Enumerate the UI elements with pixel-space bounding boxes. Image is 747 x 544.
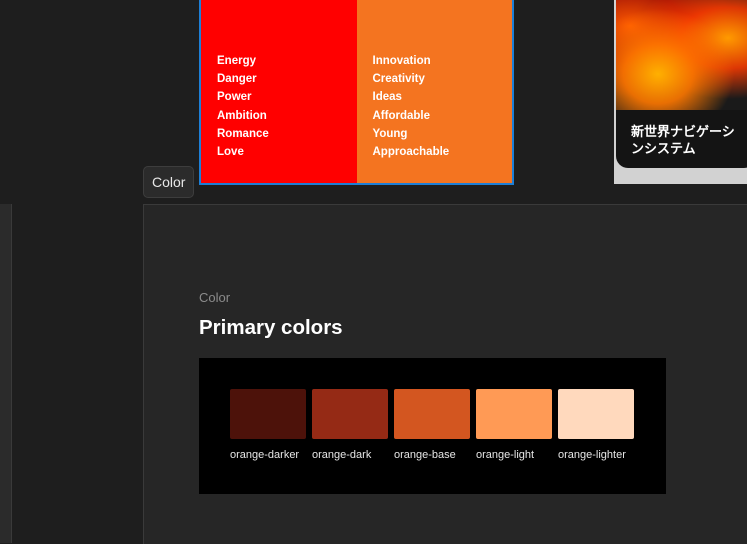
swatch-orange-base[interactable]: orange-base bbox=[394, 389, 470, 461]
swatch-orange-dark[interactable]: orange-dark bbox=[312, 389, 388, 461]
orange-word: Young bbox=[372, 127, 408, 140]
red-word: Romance bbox=[217, 127, 269, 140]
swatch-label: orange-base bbox=[394, 449, 456, 461]
red-word: Energy bbox=[217, 55, 256, 67]
flame-artwork bbox=[616, 0, 747, 110]
orange-word: Approachable bbox=[372, 146, 450, 159]
red-word: Love bbox=[217, 146, 244, 159]
swatch-label: orange-lighter bbox=[558, 449, 626, 461]
frame-name-tag[interactable]: Color bbox=[143, 166, 195, 198]
tile-title: 新世界ナビゲーシ ンシステム bbox=[631, 125, 735, 157]
orange-word: Creativity bbox=[372, 73, 425, 86]
color-swatch bbox=[230, 389, 306, 439]
red-word: Danger bbox=[217, 73, 257, 86]
color-swatch bbox=[394, 389, 470, 439]
left-panel-edge bbox=[0, 204, 12, 543]
color-swatch bbox=[476, 389, 552, 439]
section-label: Color bbox=[199, 290, 231, 305]
swatch-label: orange-darker bbox=[230, 449, 300, 461]
color-swatch bbox=[558, 389, 634, 439]
red-meaning-column: Energy Danger Power Ambition Romance Lov… bbox=[201, 0, 357, 183]
orange-word: Innovation bbox=[372, 55, 431, 67]
app-preview-tile[interactable]: 新世界ナビゲーシ ンシステム bbox=[616, 0, 747, 168]
color-swatch bbox=[312, 389, 388, 439]
swatch-orange-light[interactable]: orange-light bbox=[476, 389, 552, 461]
red-word: Power bbox=[217, 91, 252, 104]
orange-word: Affordable bbox=[372, 109, 431, 122]
swatch-label: orange-dark bbox=[312, 449, 372, 461]
color-meaning-card[interactable]: Energy Danger Power Ambition Romance Lov… bbox=[199, 0, 514, 185]
swatch-orange-darker[interactable]: orange-darker bbox=[230, 389, 306, 461]
swatch-label: orange-light bbox=[476, 449, 535, 461]
red-word: Ambition bbox=[217, 109, 267, 122]
section-title: Primary colors bbox=[199, 316, 343, 339]
primary-color-palette[interactable]: orange-darker orange-dark orange-base or… bbox=[199, 358, 666, 494]
orange-word: Ideas bbox=[372, 91, 402, 104]
swatch-orange-lighter[interactable]: orange-lighter bbox=[558, 389, 634, 461]
orange-meaning-column: Innovation Creativity Ideas Affordable Y… bbox=[356, 0, 512, 183]
